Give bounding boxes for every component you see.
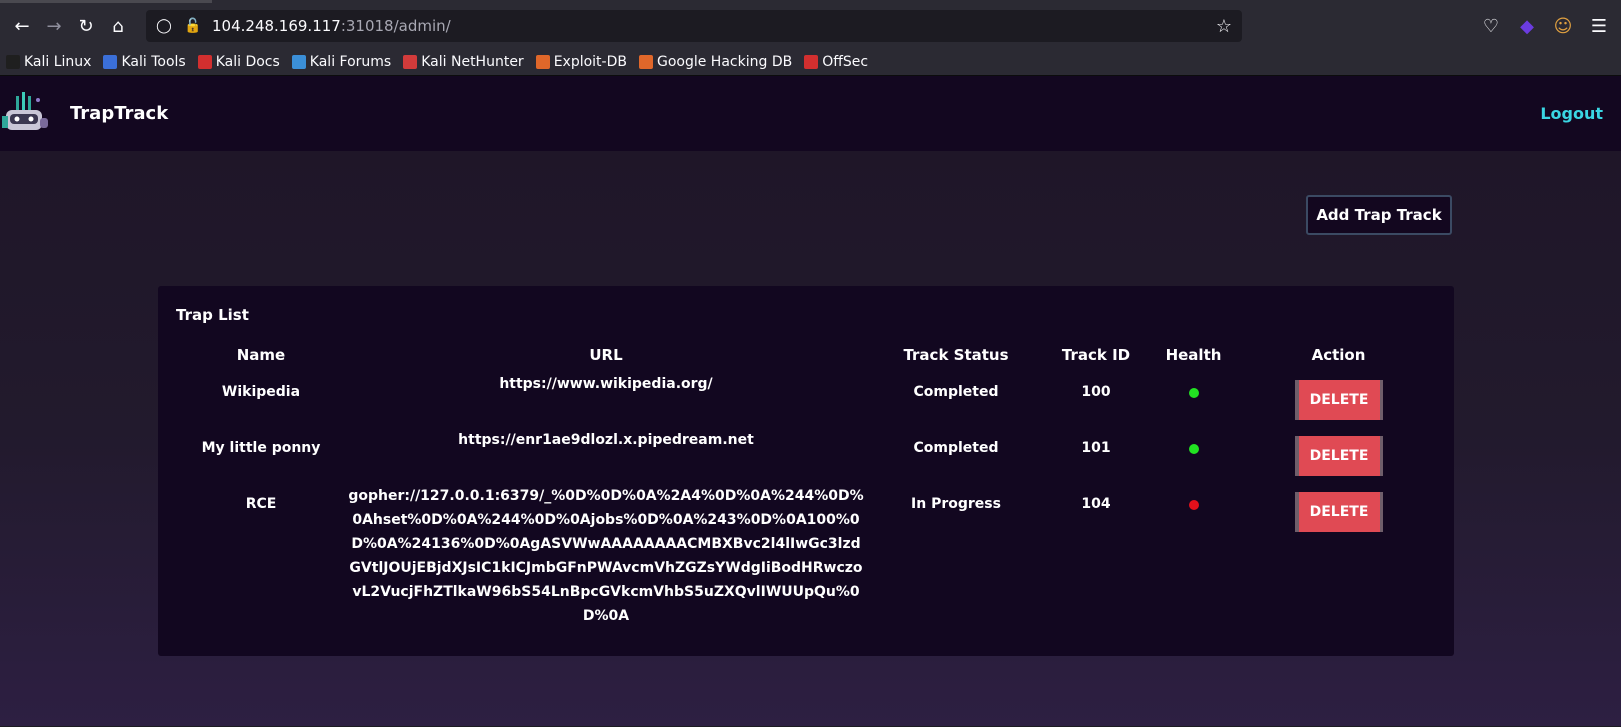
bookmark-favicon-icon [197,54,212,69]
shield-icon[interactable]: ◯ [156,18,172,34]
bookmark-star-icon[interactable]: ☆ [1216,16,1232,37]
bookmark-favicon-icon [103,54,118,69]
cell-health [1146,372,1241,428]
bookmark-item[interactable]: Kali NetHunter [403,53,524,70]
column-header-id: Track ID [1061,346,1131,364]
bookmark-label: Google Hacking DB [656,53,793,70]
forward-icon[interactable]: → [38,10,70,42]
browser-tab-strip [0,0,1621,4]
bookmark-item[interactable]: Kali Tools [103,53,186,70]
bookmark-item[interactable]: Kali Forums [291,53,392,70]
bookmark-item[interactable]: Kali Docs [197,53,280,70]
bookmark-label: OffSec [822,53,869,70]
url-path: :31018/admin/ [340,17,451,35]
cell-name: RCE [245,496,277,512]
cell-url: https://www.wikipedia.org/ [499,376,713,392]
cell-url: gopher://127.0.0.1:6379/_%0D%0D%0A%2A4%0… [348,488,864,624]
cell-id: 104 [1081,496,1111,512]
bookmark-favicon-icon [535,54,550,69]
trap-table: Name URL Track Status Track ID Health Ac… [176,342,1436,628]
bookmark-label: Exploit-DB [553,53,627,70]
table-row: Wikipedia https://www.wikipedia.org/ Com… [176,372,1436,428]
delete-button[interactable]: DELETE [1294,436,1383,476]
delete-button[interactable]: DELETE [1294,380,1383,420]
back-icon[interactable]: ← [6,10,38,42]
cell-action: DELETE [1241,484,1436,628]
health-red-dot-icon [1188,500,1199,510]
app-brand[interactable]: TrapTrack [70,103,168,124]
cell-id: 101 [1081,440,1111,456]
logout-link[interactable]: Logout [1540,104,1603,123]
bookmark-label: Kali Docs [215,53,280,70]
bookmarks-bar: Kali Linux Kali Tools Kali Docs Kali Forums… [0,48,1621,76]
trap-list-card: Trap List Name URL Track Status Track ID… [158,286,1454,656]
table-header-row: Name URL Track Status Track ID Health Ac… [176,342,1436,372]
cell-name: My little ponny [201,440,321,456]
browser-toolbar: ← → ↻ ⌂ ◯ 🔓 104.248.169.117:31018/admin/… [0,4,1621,48]
cell-status: Completed [913,440,999,456]
column-header-health: Health [1165,346,1222,364]
bookmark-favicon-icon [638,54,653,69]
app-header: TrapTrack Logout [0,76,1621,151]
insecure-lock-icon[interactable]: 🔓 [184,18,201,34]
bookmark-item[interactable]: OffSec [804,54,868,70]
cell-action: DELETE [1241,372,1436,428]
burp-extension-icon[interactable]: ☺ [1547,10,1579,42]
cell-status: Completed [913,384,999,400]
bookmark-label: Kali Forums [309,53,392,70]
delete-button[interactable]: DELETE [1294,492,1383,532]
cell-status: In Progress [911,496,1001,512]
cell-name: Wikipedia [221,384,301,400]
url-host: 104.248.169.117 [212,17,341,35]
bookmark-label: Kali Tools [121,53,186,70]
reload-icon[interactable]: ↻ [70,10,102,42]
bookmark-label: Kali NetHunter [421,53,524,70]
table-row: My little ponny https://enr1ae9dlozl.x.p… [176,428,1436,484]
column-header-status: Track Status [903,346,1009,364]
card-title: Trap List [176,306,249,324]
bookmark-item[interactable]: Kali Linux [6,54,91,70]
column-header-action: Action [1311,346,1366,364]
app-page: TrapTrack Logout Add Trap Track Trap Lis… [0,76,1621,726]
bookmark-label: Kali Linux [24,53,92,70]
add-trap-track-button[interactable]: Add Trap Track [1306,195,1452,235]
active-tab-indicator [0,0,212,3]
url-bar[interactable]: ◯ 🔓 104.248.169.117:31018/admin/ ☆ [146,10,1242,42]
pocket-icon[interactable]: ♡ [1475,10,1507,42]
bookmark-item[interactable]: Google Hacking DB [638,53,793,70]
bookmark-favicon-icon [804,54,819,69]
health-green-dot-icon [1188,444,1199,454]
table-row: RCE gopher://127.0.0.1:6379/_%0D%0D%0A%2… [176,484,1436,628]
bookmark-favicon-icon [403,54,418,69]
cell-health [1146,484,1241,628]
column-header-name: Name [236,346,286,364]
bookmark-item[interactable]: Exploit-DB [535,53,627,70]
cell-health [1146,428,1241,484]
bookmark-favicon-icon [291,54,306,69]
extension-icon[interactable]: ◆ [1511,10,1543,42]
health-green-dot-icon [1188,388,1199,398]
cell-action: DELETE [1241,428,1436,484]
cell-id: 100 [1081,384,1111,400]
menu-icon[interactable]: ☰ [1583,10,1615,42]
bookmark-favicon-icon [6,54,20,69]
column-header-url: URL [589,346,623,364]
cell-url: https://enr1ae9dlozl.x.pipedream.net [458,432,754,448]
traptrack-logo [2,90,50,138]
home-icon[interactable]: ⌂ [102,10,134,42]
